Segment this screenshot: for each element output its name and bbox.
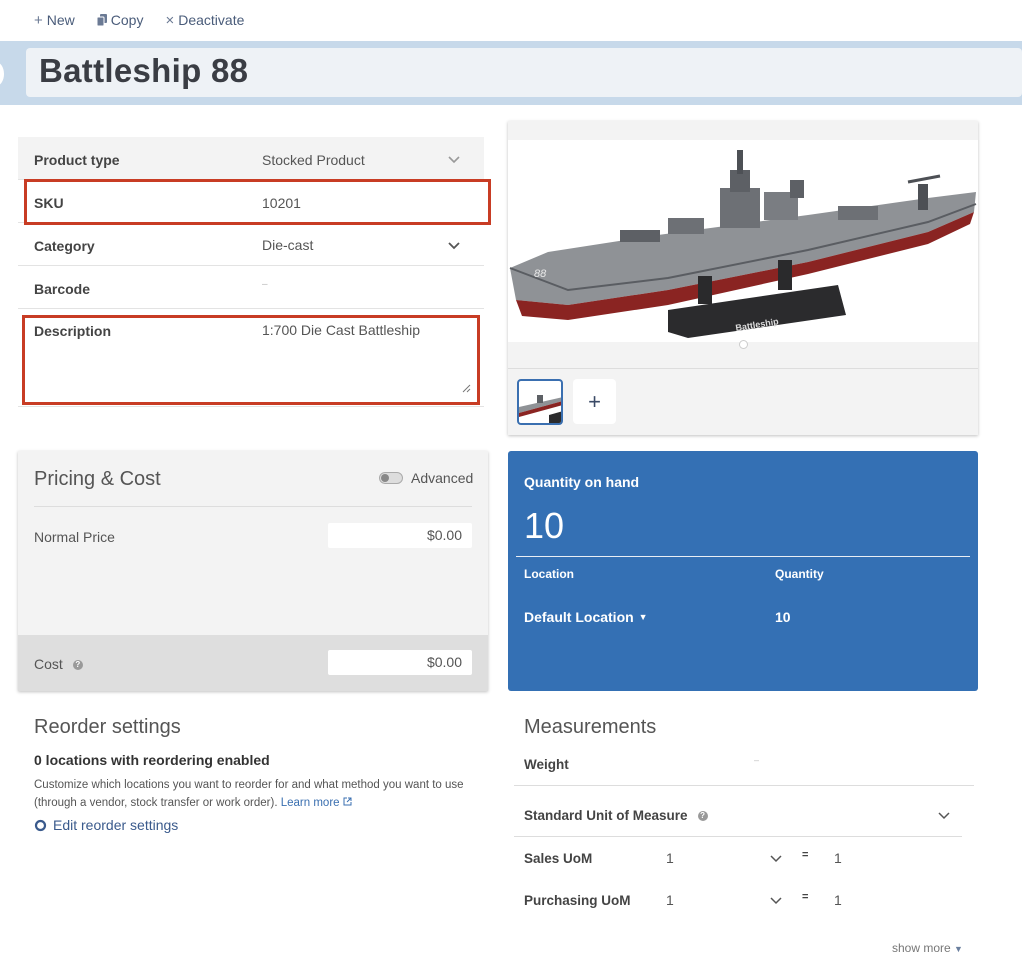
deactivate-button-label: Deactivate: [178, 12, 245, 28]
chevron-down-icon[interactable]: [937, 809, 951, 823]
chevron-down-icon[interactable]: [769, 894, 783, 908]
pricing-cost-card: Pricing & Cost Advanced Normal Price $0.…: [18, 451, 488, 691]
product-image[interactable]: 88 Battleship: [508, 140, 978, 342]
category-value: Die-cast: [262, 237, 314, 253]
deactivate-button[interactable]: × Deactivate: [165, 12, 244, 29]
new-button-label: New: [46, 12, 75, 28]
cost-band: Cost? $0.00: [18, 635, 488, 691]
weight-label: Weight: [524, 757, 569, 772]
product-type-value: Stocked Product: [262, 152, 365, 168]
reorder-title: Reorder settings: [34, 716, 181, 738]
gear-icon: [34, 819, 47, 831]
divider: [34, 506, 472, 507]
weight-input[interactable]: –: [754, 755, 759, 765]
top-toolbar: + New Copy × Deactivate: [0, 0, 1022, 40]
copy-button-label: Copy: [110, 12, 144, 28]
learn-more-link[interactable]: Learn more: [281, 797, 352, 809]
show-more-label: show more: [892, 941, 951, 955]
reorder-subtitle: 0 locations with reordering enabled: [34, 752, 270, 768]
category-label: Category: [34, 238, 95, 254]
external-link-icon: [343, 797, 352, 806]
advanced-label: Advanced: [411, 470, 474, 486]
help-icon[interactable]: ?: [697, 810, 708, 821]
product-image-card: 88 Battleship +: [508, 121, 978, 435]
edit-reorder-settings-link[interactable]: Edit reorder settings: [34, 817, 178, 833]
plus-icon: +: [34, 11, 43, 29]
location-dropdown[interactable]: Default Location ▼: [524, 609, 648, 625]
battleship-image: 88 Battleship: [509, 150, 977, 338]
location-name: Default Location: [524, 609, 634, 625]
chevron-down-icon: [448, 156, 460, 164]
normal-price-input[interactable]: $0.00: [328, 523, 472, 548]
purchasing-uom-ratio-input[interactable]: 1: [834, 892, 842, 908]
pricing-title: Pricing & Cost: [34, 468, 161, 490]
add-image-label: +: [588, 388, 601, 414]
sales-uom-ratio-input[interactable]: 1: [834, 850, 842, 866]
battleship-thumbnail-image: [519, 395, 561, 423]
show-more-link[interactable]: show more ▼: [892, 941, 963, 955]
cost-input[interactable]: $0.00: [328, 650, 472, 675]
add-image-button[interactable]: +: [573, 379, 616, 424]
advanced-toggle[interactable]: [379, 472, 403, 484]
cost-label: Cost: [34, 656, 63, 672]
page-title: Battleship 88: [39, 52, 249, 89]
help-icon[interactable]: ?: [72, 660, 83, 671]
category-row[interactable]: Category Die-cast: [18, 223, 484, 266]
barcode-input[interactable]: –: [262, 279, 268, 290]
new-button[interactable]: + New: [34, 12, 75, 29]
location-quantity: 10: [775, 609, 791, 625]
purchasing-uom-select[interactable]: 1: [666, 892, 674, 908]
reorder-description-text: Customize which locations you want to re…: [34, 779, 464, 809]
quantity-title: Quantity on hand: [524, 474, 640, 490]
divider: [514, 836, 962, 837]
caret-down-icon: ▼: [638, 612, 648, 622]
copy-button[interactable]: Copy: [96, 12, 144, 28]
carousel-dot[interactable]: [739, 340, 748, 349]
copy-icon: [96, 14, 107, 26]
barcode-row: Barcode –: [18, 266, 484, 309]
quantity-total: 10: [524, 505, 565, 546]
quantity-on-hand-card: Quantity on hand 10 Location Quantity De…: [508, 451, 978, 691]
chevron-down-icon[interactable]: [769, 852, 783, 866]
location-column-header: Location: [524, 567, 574, 581]
chevron-down-icon: [448, 242, 460, 250]
learn-more-label: Learn more: [280, 797, 340, 809]
product-type-label: Product type: [34, 152, 120, 168]
cost-label-row: Cost?: [34, 656, 83, 672]
purchasing-uom-label: Purchasing UoM: [524, 893, 631, 908]
hull-number-text: 88: [534, 268, 547, 280]
equals-sign: =: [802, 891, 809, 903]
image-thumbnail[interactable]: [517, 379, 563, 425]
close-icon: ×: [165, 11, 175, 29]
product-type-row[interactable]: Product type Stocked Product: [18, 137, 484, 180]
sales-uom-select[interactable]: 1: [666, 850, 674, 866]
description-highlight-box: [22, 315, 480, 405]
standard-uom-row[interactable]: Standard Unit of Measure?: [524, 808, 708, 823]
sku-highlight-box: [24, 179, 491, 225]
equals-sign: =: [802, 849, 809, 861]
measurements-title: Measurements: [524, 716, 657, 738]
standard-uom-label: Standard Unit of Measure: [524, 808, 688, 823]
normal-price-label: Normal Price: [34, 529, 115, 545]
edit-reorder-label: Edit reorder settings: [53, 817, 179, 833]
divider: [508, 368, 978, 369]
caret-down-icon: ▼: [954, 944, 963, 954]
divider: [516, 556, 970, 557]
divider: [514, 785, 974, 786]
sales-uom-label: Sales UoM: [524, 851, 593, 866]
reorder-description: Customize which locations you want to re…: [34, 776, 474, 812]
quantity-column-header: Quantity: [775, 567, 824, 581]
barcode-label: Barcode: [34, 281, 91, 297]
